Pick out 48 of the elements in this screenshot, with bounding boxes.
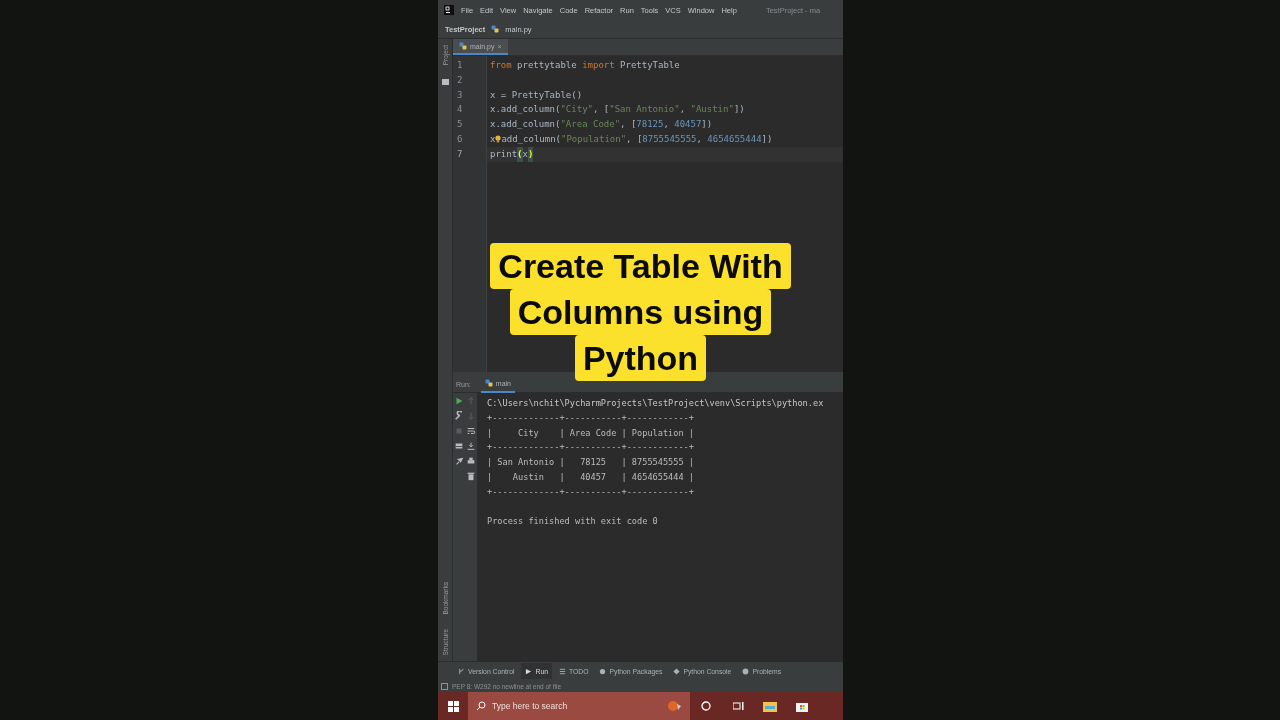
- printer-icon[interactable]: [466, 456, 476, 466]
- window-icon[interactable]: [441, 682, 448, 690]
- search-field[interactable]: Type here to search: [468, 692, 690, 720]
- console-line: +-------------+-----------+------------+: [487, 441, 695, 455]
- folder-icon[interactable]: [441, 79, 449, 86]
- code-line: x add_column("Population", [8755545555, 4654655444]): [490, 133, 773, 146]
- run-icon[interactable]: [454, 396, 464, 406]
- tool-window-icon: [742, 667, 750, 675]
- code-line: from prettytable import PrettyTable: [490, 59, 680, 72]
- scroll-to-end-icon[interactable]: [466, 441, 476, 451]
- store-bag-icon[interactable]: [796, 700, 808, 712]
- console-line: | San Antonio | 78125 | 8755545555 |: [487, 456, 695, 470]
- line-number: 4: [456, 103, 464, 117]
- console-line: +-------------+-----------+------------+: [487, 485, 695, 499]
- console-line: | City | Area Code | Population |: [487, 426, 695, 440]
- cortana-circle-icon[interactable]: [701, 701, 711, 711]
- trash-icon[interactable]: [466, 471, 476, 481]
- code-line: x.add_column("City", ["San Antonio", "Austin"]): [490, 103, 745, 117]
- tool-window-icon: [558, 667, 566, 675]
- tool-window-icon: [673, 667, 681, 675]
- tool-window-icon: [599, 667, 607, 675]
- line-number: 2: [456, 73, 464, 87]
- line-number: 6: [456, 133, 464, 146]
- console-line: +-------------+-----------+------------+: [487, 411, 695, 425]
- python-file-icon: [491, 25, 500, 33]
- tool-window-icon: [525, 667, 533, 675]
- console-line: Process finished with exit code 0: [487, 515, 659, 529]
- task-view-icon[interactable]: [732, 701, 744, 711]
- lightbulb-icon[interactable]: [495, 135, 502, 144]
- code-line: x.add_column("Area Code", [78125, 40457]): [490, 118, 713, 132]
- code-line: x = PrettyTable(): [490, 88, 583, 102]
- line-number: 5: [456, 118, 464, 132]
- windows-start-icon[interactable]: [447, 700, 459, 712]
- soft-wrap-icon[interactable]: [466, 426, 476, 436]
- layout-icon[interactable]: [454, 441, 464, 451]
- tool-window-icon: [458, 667, 465, 675]
- line-number: 3: [456, 88, 464, 102]
- folder-icon[interactable]: [763, 700, 777, 712]
- search-icon: [476, 701, 486, 711]
- python-file-icon: [484, 379, 493, 387]
- code-line: print(x): [490, 146, 534, 162]
- app-logo-icon: [444, 5, 454, 15]
- line-number: 7: [456, 147, 464, 161]
- console-line: C:\Users\nchit\PycharmProjects\TestProject\venv\Scripts\python.ex: [487, 397, 824, 410]
- console-line: | Austin | 40457 | 4654655444 |: [487, 471, 695, 484]
- python-file-icon: [459, 42, 467, 50]
- ball-icon[interactable]: [668, 700, 682, 712]
- line-number: 1: [456, 59, 464, 72]
